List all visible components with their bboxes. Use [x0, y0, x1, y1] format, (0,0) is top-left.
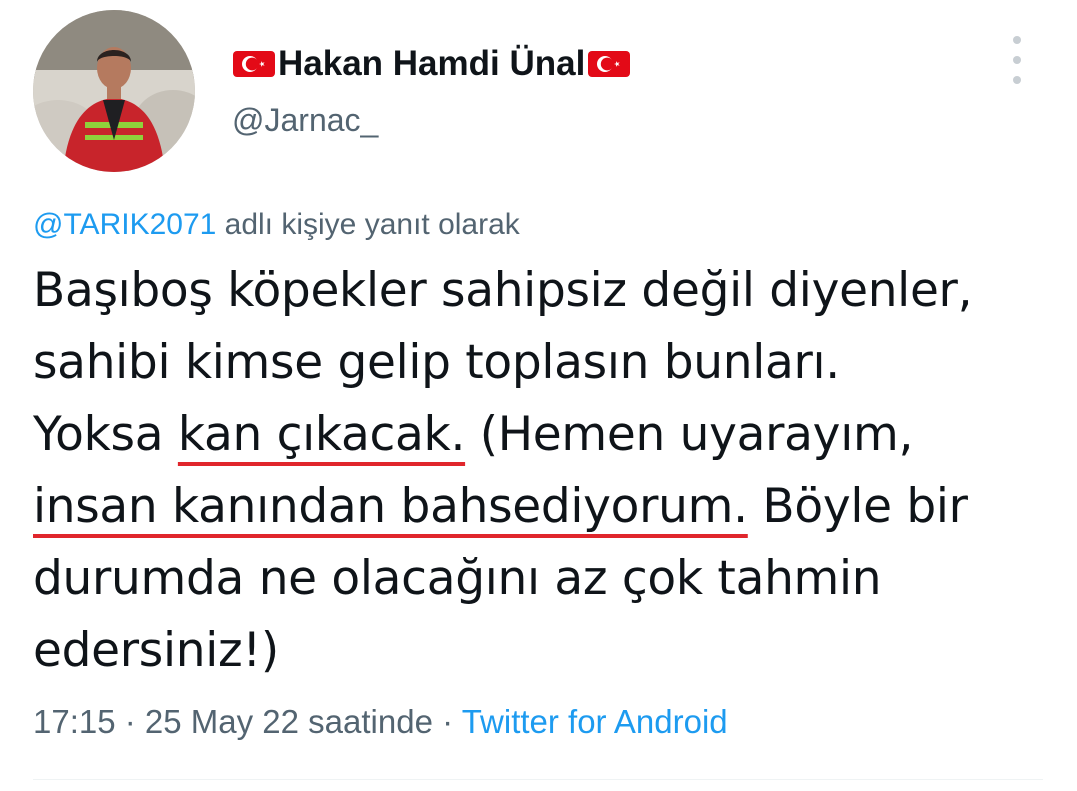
highlighted-phrase: kan çıkacak.: [177, 407, 466, 462]
tweet-text-segment: Yoksa: [33, 407, 178, 462]
display-name[interactable]: Hakan Hamdi Ünal: [278, 42, 585, 86]
tweet-line: Başıboş köpekler sahipsiz değil diyenler…: [33, 263, 973, 318]
tweet-line: edersiniz!): [33, 623, 279, 678]
turkish-flag-icon: [587, 50, 631, 78]
meta-separator: ·: [115, 703, 145, 740]
user-name-row[interactable]: Hakan Hamdi Ünal: [232, 42, 631, 86]
highlighted-phrase: insan kanından bahsediyorum.: [33, 479, 748, 534]
more-vertical-icon: [1013, 76, 1021, 84]
tweet-time[interactable]: 17:15: [33, 703, 116, 740]
meta-separator: ·: [432, 703, 462, 740]
tweet-line: Yoksa kan çıkacak. (Hemen uyarayım,: [33, 399, 1043, 471]
divider: [33, 779, 1043, 780]
more-options-button[interactable]: [1003, 36, 1031, 84]
reply-context-text: adlı kişiye yanıt olarak: [216, 208, 520, 241]
tweet-line: sahibi kimse gelip toplasın bunları.: [33, 335, 840, 390]
reply-mention-link[interactable]: @TARIK2071: [33, 208, 216, 241]
tweet-text-segment: Böyle bir: [747, 479, 968, 534]
tweet-text-segment: (Hemen uyarayım,: [465, 407, 914, 462]
avatar-image: [33, 10, 195, 172]
tweet-text: Başıboş köpekler sahipsiz değil diyenler…: [33, 255, 1043, 687]
reply-context: @TARIK2071 adlı kişiye yanıt olarak: [33, 203, 520, 247]
user-handle[interactable]: @Jarnac_: [232, 98, 378, 142]
tweet-line: durumda ne olacağını az çok tahmin: [33, 551, 882, 606]
turkish-flag-icon: [232, 50, 276, 78]
more-vertical-icon: [1013, 56, 1021, 64]
tweet-date[interactable]: 25 May 22 saatinde: [145, 703, 433, 740]
more-vertical-icon: [1013, 36, 1021, 44]
tweet-line: insan kanından bahsediyorum. Böyle bir: [33, 471, 1043, 543]
tweet-source-link[interactable]: Twitter for Android: [462, 703, 728, 740]
tweet-metadata: 17:15 · 25 May 22 saatinde · Twitter for…: [33, 698, 728, 746]
avatar[interactable]: [33, 10, 195, 172]
